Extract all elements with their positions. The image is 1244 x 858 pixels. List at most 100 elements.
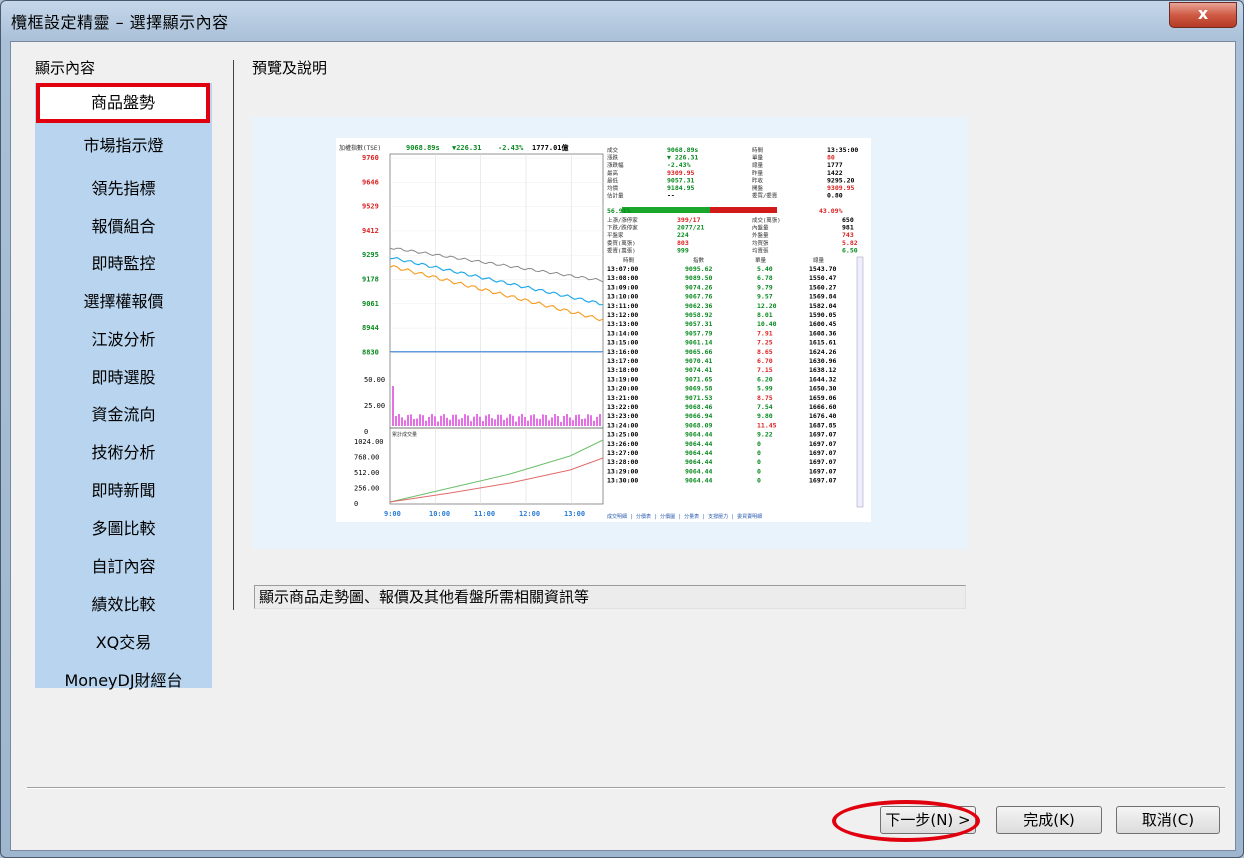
content-list-item[interactable]: 資金流向 [35,397,212,433]
volume-bar [503,419,505,426]
content-list-item[interactable]: 即時監控 [35,246,212,282]
stat-value: 6.50 [842,246,858,254]
cumulative-tick-label: 768.00 [354,454,379,462]
volume-bar [500,414,502,426]
tick-time: 13:07:00 [607,265,638,273]
price-tick-label: 9061 [362,300,379,308]
content-list-item[interactable]: 報價組合 [35,209,212,245]
tick-time: 13:16:00 [607,348,638,356]
volume-bar [398,414,400,426]
tick-time: 13:28:00 [607,458,638,466]
volume-bar [494,419,496,426]
tick-time: 13:19:00 [607,375,638,383]
quote-label: 單量 [752,155,764,162]
content-list-item[interactable]: 即時新聞 [35,473,212,509]
tick-index: 9067.76 [685,293,712,301]
tick-time: 13:22:00 [607,403,638,411]
stat-label: 下跌/跌停家 [607,224,638,232]
price-tick-label: 9295 [362,251,379,259]
content-list-item[interactable]: 即時選股 [35,360,212,396]
wizard-client-area: 顯示內容 商品盤勢市場指示燈領先指標 報價組合 即時監控 選擇權報價 江波分析 即時選股資… [10,41,1236,851]
title-bar[interactable]: 欖框設定精靈 – 選擇顯示內容 x [1,1,1243,41]
tick-time: 13:18:00 [607,366,638,374]
volume-bar [524,417,526,426]
cancel-button[interactable]: 取消(C) [1116,806,1220,834]
volume-bar [401,417,403,426]
volume-bar [563,416,565,426]
tick-total: 1600.45 [809,320,836,328]
content-list-item[interactable]: 多圖比較 [35,511,212,547]
content-list-item[interactable]: 商品盤勢 [36,83,210,123]
tick-index: 9070.41 [685,357,712,365]
time-tick-label: 10:00 [429,510,450,518]
tick-volume: 0 [757,440,761,448]
quote-label: 估計量 [607,192,624,200]
left-panel-heading: 顯示內容 [35,59,96,77]
tick-index: 9064.44 [685,440,712,448]
content-list-item[interactable]: 領先指標 [35,171,212,207]
tick-volume: 0 [757,458,761,466]
content-list-item[interactable]: 自訂內容 [35,549,212,585]
tick-volume: 9.80 [757,412,773,420]
quote-label: 漲跌幅 [607,161,624,169]
tick-index: 9066.94 [685,412,712,420]
volume-bar [491,418,493,426]
volume-bar [449,419,451,426]
content-list-item[interactable]: 技術分析 [35,435,212,471]
tick-time: 13:25:00 [607,431,638,439]
tick-index: 9064.44 [685,477,712,485]
tick-table-header: 總量 [813,256,825,264]
volume-bar [470,421,472,426]
quote-label: 成交 [607,146,619,154]
price-tick-label: 9412 [362,227,379,235]
volume-bar [581,418,583,426]
cumulative-tick-label: 256.00 [354,485,379,493]
price-tick-label: 9646 [362,178,379,186]
content-list-item[interactable]: 選擇權報價 [35,284,212,320]
tick-index: 9089.50 [685,274,712,282]
tick-volume: 9.79 [757,283,773,291]
volume-bar [473,416,475,426]
tick-index: 9071.53 [685,394,712,402]
content-list-item[interactable]: 績效比較 [35,587,212,623]
tick-total: 1697.07 [809,449,836,457]
right-panel-heading: 預覽及說明 [252,59,328,77]
preview-screenshot: 加權指數(TSE) 9068.89s ▼226.31 -2.43% 1777.01億 97… [336,138,871,522]
volume-bar [530,415,532,426]
volume-bar [395,416,397,426]
tick-time: 13:10:00 [607,293,638,301]
quote-label: 最低 [607,176,619,184]
volume-bar [551,417,553,426]
tick-time: 13:17:00 [607,357,638,365]
tick-volume: 0 [757,477,761,485]
content-list-item[interactable]: MoneyDJ財經台 [35,663,212,699]
tick-total: 1550.47 [809,274,836,282]
tick-time: 13:08:00 [607,274,638,282]
content-list-item[interactable]: 江波分析 [35,322,212,358]
close-button[interactable]: x [1169,2,1237,28]
volume-bar [554,414,556,426]
tick-total: 1630.96 [809,357,836,365]
volume-bar [407,414,409,426]
volume-bar [515,421,517,426]
volume-bar [404,420,406,426]
tick-index: 9064.44 [685,458,712,466]
volume-bar [575,414,577,426]
volume-bar [488,414,490,426]
content-list-item[interactable]: 市場指示燈 [35,128,212,164]
finish-button[interactable]: 完成(K) [996,806,1102,834]
content-list: 商品盤勢市場指示燈領先指標 報價組合 即時監控 選擇權報價 江波分析 即時選股 資金流向 技術… [35,83,212,690]
tick-index: 9062.36 [685,302,712,310]
volume-tick-label: 50.00 [364,376,385,384]
tick-volume: 11.45 [757,421,777,429]
tick-volume: 8.75 [757,394,773,402]
tick-total: 1560.27 [809,283,836,291]
tick-time: 13:20:00 [607,385,638,393]
tick-time: 13:09:00 [607,283,638,291]
tick-volume: 7.91 [757,329,773,337]
volume-bar [533,414,535,426]
tick-volume: 6.20 [757,375,773,383]
content-list-item[interactable]: XQ交易 [35,625,212,661]
tick-total: 1697.07 [809,467,836,475]
window-title: 欖框設定精靈 – 選擇顯示內容 [11,13,229,32]
